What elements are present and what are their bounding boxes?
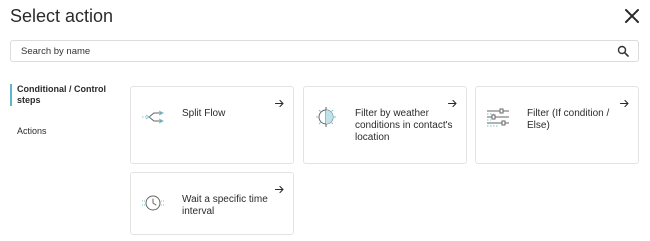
card-label: Filter (If condition / Else) [527,108,610,131]
arrow-right-icon [448,99,457,108]
action-card-filter-if-else[interactable]: Filter (If condition / Else) [475,86,639,164]
arrow-right-icon [275,99,284,108]
select-action-dialog: Select action Conditional / Control step… [0,0,650,241]
split-flow-icon [142,110,165,124]
filter-sliders-icon [487,108,509,127]
search-box [10,40,639,62]
search-input[interactable] [11,41,611,61]
card-label: Wait a specific time interval [182,194,268,217]
nav-item-actions[interactable]: Actions [10,126,120,137]
nav-item-conditional-control-steps[interactable]: Conditional / Control steps [10,84,120,106]
weather-filter-icon [316,107,336,127]
card-label: Split Flow [182,108,226,119]
action-card-wait-interval[interactable]: Wait a specific time interval [130,172,294,235]
dialog-title: Select action [10,6,114,26]
arrow-right-icon [620,99,629,108]
category-nav: Conditional / Control steps Actions [10,84,120,137]
action-card-split-flow[interactable]: Split Flow [130,86,294,164]
clock-icon [142,195,164,211]
search-icon[interactable] [617,45,629,57]
close-icon[interactable] [622,6,642,26]
action-card-weather-filter[interactable]: Filter by weather conditions in contact'… [303,86,467,164]
card-label: Filter by weather conditions in contact'… [355,108,453,143]
arrow-right-icon [275,185,284,194]
